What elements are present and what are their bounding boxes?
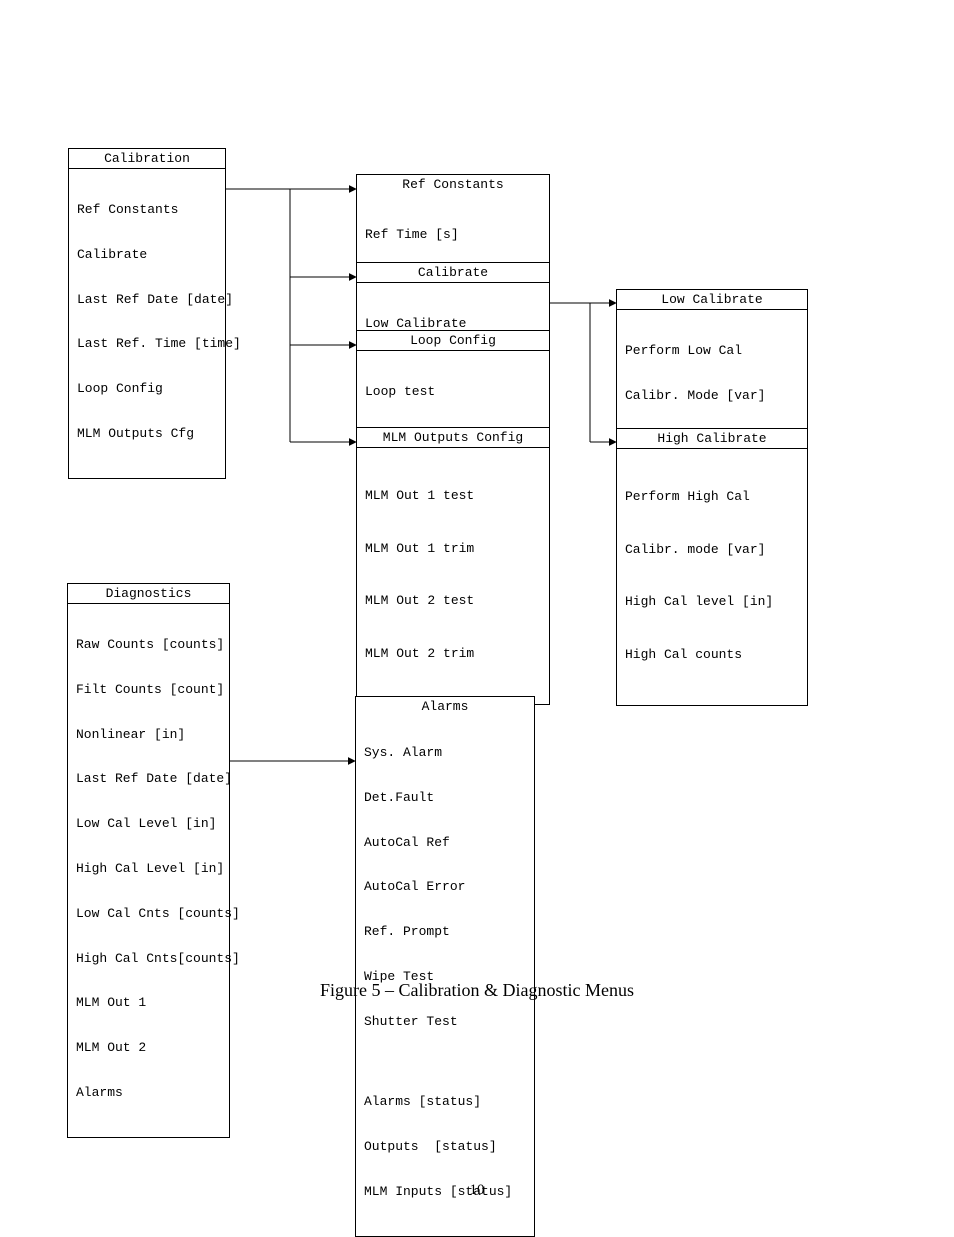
menu-item: Calibrate: [77, 248, 217, 263]
menu-title: Diagnostics: [68, 584, 229, 604]
figure-caption: Figure 5 – Calibration & Diagnostic Menu…: [0, 980, 954, 1001]
menu-item: AutoCal Ref: [364, 836, 526, 851]
menu-item: Shutter Test: [364, 1015, 526, 1030]
menu-item: Alarms: [76, 1086, 221, 1101]
menu-title: Ref Constants: [357, 175, 549, 194]
menu-item: MLM Out 2 test: [365, 592, 541, 610]
menu-item: Filt Counts [count]: [76, 683, 221, 698]
menu-item: Raw Counts [counts]: [76, 638, 221, 653]
menu-title: High Calibrate: [617, 429, 807, 449]
menu-item: MLM Out 2: [76, 1041, 221, 1056]
menu-items: Ref Constants Calibrate Last Ref Date [d…: [69, 169, 225, 478]
menu-item: Ref. Prompt: [364, 925, 526, 940]
menu-item: MLM Out 1 trim: [365, 540, 541, 558]
menu-title: MLM Outputs Config: [357, 428, 549, 448]
menu-item: High Cal Cnts[counts]: [76, 952, 221, 967]
menu-high-calibrate: High Calibrate Perform High Cal Calibr. …: [616, 428, 808, 706]
menu-items: Perform High Cal Calibr. mode [var] High…: [617, 449, 807, 705]
menu-items: MLM Out 1 test MLM Out 1 trim MLM Out 2 …: [357, 448, 549, 704]
menu-title: Loop Config: [357, 331, 549, 351]
menu-items: Sys. Alarm Det.Fault AutoCal Ref AutoCal…: [356, 716, 534, 1236]
menu-alarms: Alarms Sys. Alarm Det.Fault AutoCal Ref …: [355, 696, 535, 1237]
menu-item: Last Ref Date [date]: [77, 293, 217, 308]
page-number: 10: [0, 1182, 954, 1199]
menu-item: Perform Low Cal: [625, 344, 799, 359]
menu-item: Ref Constants: [77, 203, 217, 218]
menu-title: Calibrate: [357, 263, 549, 283]
menu-item: Ref Time [s]: [365, 228, 541, 243]
menu-item: Loop Config: [77, 382, 217, 397]
menu-item: Loop test: [365, 385, 541, 400]
menu-title: Calibration: [69, 149, 225, 169]
menu-item: Last Ref Date [date]: [76, 772, 221, 787]
menu-item: MLM Outputs Cfg: [77, 427, 217, 442]
menu-item: High Cal Level [in]: [76, 862, 221, 877]
menu-item: MLM Out 2 trim: [365, 645, 541, 663]
menu-item: Last Ref. Time [time]: [77, 337, 217, 352]
menu-item: MLM Out 1 test: [365, 487, 541, 505]
menu-item: Calibr. Mode [var]: [625, 389, 799, 404]
menu-item: High Cal counts: [625, 646, 799, 664]
menu-item: Sys. Alarm: [364, 746, 526, 761]
menu-item: Nonlinear [in]: [76, 728, 221, 743]
menu-title: Low Calibrate: [617, 290, 807, 310]
menu-item: Outputs [status]: [364, 1140, 526, 1155]
menu-items: Raw Counts [counts] Filt Counts [count] …: [68, 604, 229, 1137]
menu-title: Alarms: [356, 697, 534, 716]
menu-item: Low Cal Level [in]: [76, 817, 221, 832]
menu-item: Low Cal Cnts [counts]: [76, 907, 221, 922]
menu-mlm-outputs: MLM Outputs Config MLM Out 1 test MLM Ou…: [356, 427, 550, 705]
menu-item: Det.Fault: [364, 791, 526, 806]
menu-item: Alarms [status]: [364, 1095, 526, 1110]
menu-diagnostics: Diagnostics Raw Counts [counts] Filt Cou…: [67, 583, 230, 1138]
menu-item: Perform High Cal: [625, 488, 799, 506]
menu-item: Calibr. mode [var]: [625, 541, 799, 559]
menu-item: AutoCal Error: [364, 880, 526, 895]
menu-item: High Cal level [in]: [625, 593, 799, 611]
menu-calibration: Calibration Ref Constants Calibrate Last…: [68, 148, 226, 479]
